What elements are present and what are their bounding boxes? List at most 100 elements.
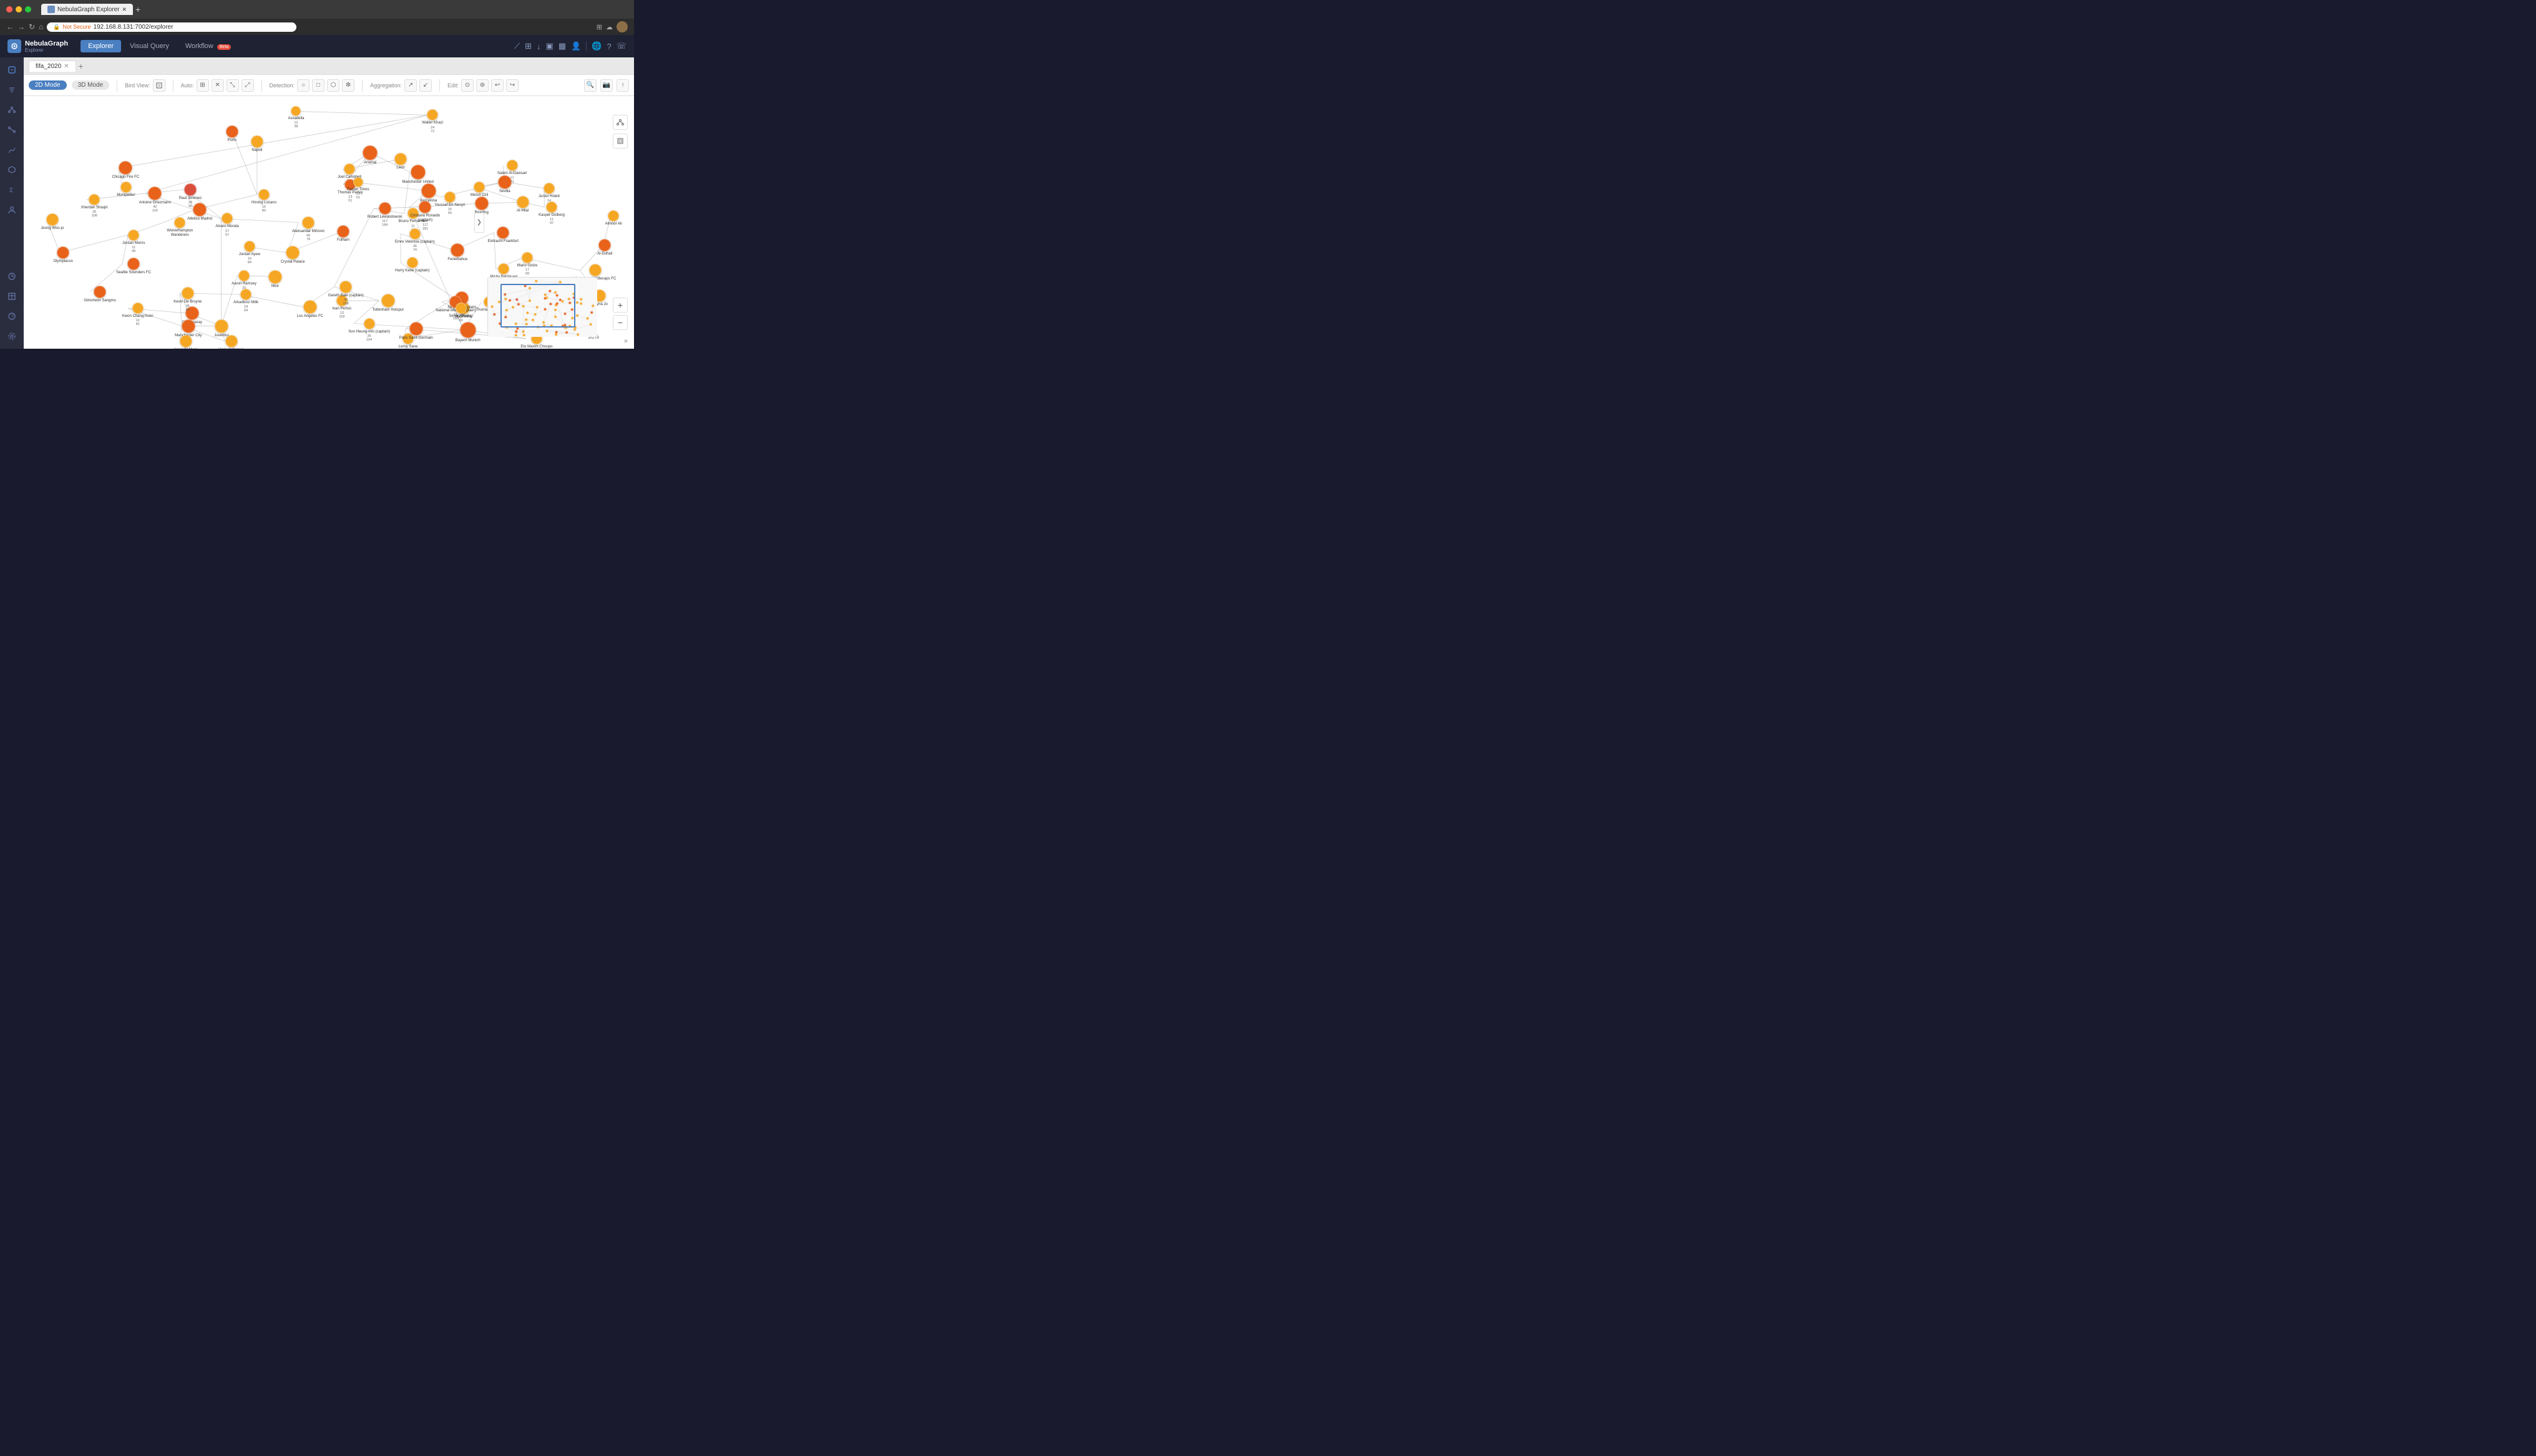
new-tab-button[interactable]: +	[135, 4, 140, 14]
phone-icon[interactable]: ☏	[617, 41, 627, 51]
graph-node[interactable]: Kwon Chang-hoon1242	[122, 303, 154, 326]
sidebar-icon-history[interactable]	[3, 268, 21, 285]
graph-node[interactable]: Son Heung-min (captain)35104	[348, 318, 390, 342]
nav-tab-workflow[interactable]: Workflow Beta	[178, 40, 239, 52]
graph-node[interactable]: Arsenal	[363, 145, 378, 165]
graph-node[interactable]: Salem Al-Dawsari7771	[497, 160, 527, 183]
graph-node[interactable]: Arkadiusz Milik1864	[233, 289, 258, 313]
graph-node[interactable]: Montpellier	[117, 182, 135, 198]
sidebar-icon-table[interactable]	[3, 288, 21, 305]
globe-icon[interactable]: 🌐	[592, 41, 602, 51]
sidebar-icon-user[interactable]	[3, 201, 21, 218]
graph-node[interactable]: Walter Khazi2472	[422, 109, 443, 133]
forward-button[interactable]: →	[17, 22, 25, 31]
graph-node[interactable]: Xherdan Shaqiri26108	[81, 194, 108, 218]
connect-icon[interactable]: ⟋	[514, 41, 520, 51]
agg-btn-2[interactable]: ↙	[419, 79, 432, 92]
edit-btn-2[interactable]: ⊚	[476, 79, 489, 92]
add-tab-button[interactable]: +	[79, 61, 84, 71]
graph-node[interactable]: Los Angeles FC	[297, 300, 323, 319]
screenshot-button[interactable]: 📷	[600, 79, 613, 92]
graph-node[interactable]: Napoli	[251, 135, 263, 153]
content-tab-fifa[interactable]: fifa_2020 ✕	[29, 61, 76, 72]
graph-node[interactable]: Emre Velencia (captain)3674	[395, 228, 435, 252]
detect-btn-4[interactable]: ✼	[342, 79, 354, 92]
agg-btn-1[interactable]: ↗	[404, 79, 417, 92]
graph-node[interactable]: Jeong Woo-jo	[41, 213, 64, 231]
sidebar-icon-hex[interactable]	[3, 161, 21, 178]
graph-node[interactable]: Gareth Bale (captain)40108	[328, 281, 364, 306]
search-button[interactable]: 🔍	[584, 79, 597, 92]
graph-node[interactable]: Haris Seferovic25	[218, 335, 244, 349]
sidebar-icon-sigma[interactable]: Σ	[3, 181, 21, 198]
graph-node[interactable]: Angel Di Maria	[173, 335, 198, 349]
traffic-lights[interactable]	[6, 6, 31, 12]
graph-node[interactable]: Aleksandar Mitrovic6076	[292, 216, 324, 241]
graph-node[interactable]: Al-Duhail	[597, 239, 612, 256]
tab-close-icon[interactable]: ✕	[64, 63, 69, 70]
active-tab[interactable]: NebulaGraph Explorer ✕	[41, 4, 133, 15]
graph-node[interactable]: Porto	[226, 125, 238, 143]
sidebar-icon-edges[interactable]	[3, 121, 21, 138]
sidebar-icon-search[interactable]	[3, 61, 21, 79]
graph-node[interactable]: Mario Gotze1769	[517, 252, 538, 276]
graph-node[interactable]: Jordan Morris1149	[122, 230, 145, 253]
bird-view-icon[interactable]	[153, 79, 165, 92]
graph-node[interactable]: Chicago Fire FC	[112, 161, 139, 180]
graph-node[interactable]: Wolverhampton Wanderers	[158, 217, 202, 238]
user-icon[interactable]: 👤	[571, 41, 581, 51]
auto-btn-4[interactable]: ⤢	[241, 79, 254, 92]
graph-node[interactable]: Alvaro Morata2757	[215, 213, 238, 236]
detect-btn-3[interactable]: ⬡	[327, 79, 339, 92]
graph-node[interactable]: Olympiacos	[54, 246, 73, 264]
graph-node[interactable]: Fenerbahce	[447, 243, 467, 262]
graph-node[interactable]: Kasper Dolberg1197	[539, 201, 565, 225]
graph-canvas[interactable]: Walter Khazi2472 Porto Napoli Assadella1238…	[24, 96, 634, 349]
graph-node[interactable]: Antoine Griezmann42116	[139, 187, 171, 213]
mode-3d-button[interactable]: 3D Mode	[72, 80, 110, 90]
graph-node[interactable]: Hirving Lozano1680	[251, 189, 276, 213]
help-icon[interactable]: ?	[607, 42, 612, 51]
reload-button[interactable]: ↻	[29, 22, 35, 31]
minimap-viewport[interactable]	[500, 284, 575, 328]
minimize-button[interactable]	[16, 6, 22, 12]
import-icon[interactable]: ▣	[546, 41, 554, 51]
sidebar-icon-algo[interactable]	[3, 141, 21, 158]
graph-node[interactable]: Farran Times1351	[347, 177, 369, 200]
sidebar-icon-nodes[interactable]	[3, 101, 21, 119]
graph-node[interactable]: Crystal Palace	[281, 246, 305, 265]
maximize-button[interactable]	[25, 6, 31, 12]
sidebar-icon-settings[interactable]	[3, 328, 21, 345]
zoom-in-button[interactable]: +	[613, 298, 628, 313]
graph-node[interactable]: Gimcheon Sangmu	[84, 286, 115, 303]
expand-button[interactable]: »	[624, 337, 628, 345]
edit-btn-1[interactable]: ⊙	[461, 79, 474, 92]
graph-node[interactable]: Assadella1238	[288, 106, 304, 129]
close-button[interactable]	[6, 6, 12, 12]
table-icon[interactable]: ▦	[558, 41, 566, 51]
collapse-panel-button[interactable]: ❯	[474, 213, 484, 233]
graph-node[interactable]: Robert Lewandowski117184	[368, 202, 402, 227]
nav-tab-explorer[interactable]: Explorer	[80, 40, 121, 52]
home-button[interactable]: ⌂	[39, 22, 43, 31]
graph-node[interactable]: Harry Kane (captain)	[395, 257, 429, 273]
redo-button[interactable]: ↪	[506, 79, 519, 92]
schema-icon[interactable]: ⊞	[525, 41, 532, 51]
graph-node[interactable]: Paris Saint-Germain	[399, 322, 433, 341]
sidebar-icon-filter[interactable]	[3, 81, 21, 99]
nav-tab-visual-query[interactable]: Visual Query	[122, 40, 177, 52]
export-button[interactable]: ↑	[617, 79, 629, 92]
undo-button[interactable]: ↩	[491, 79, 504, 92]
graph-node[interactable]: Jordan Ayew1984	[239, 241, 260, 265]
address-bar[interactable]: 🔒 Not Secure 192.168.8.131:7002/explorer	[47, 22, 296, 32]
zoom-out-button[interactable]: −	[613, 315, 628, 330]
graph-node[interactable]: Mezut Ozil	[471, 182, 488, 198]
graph-node[interactable]: Seattle Sounders FC	[116, 258, 151, 275]
graph-node[interactable]: Fulham	[337, 225, 349, 243]
graph-node[interactable]: Youssef En-Nesyri1550	[434, 192, 465, 215]
auto-btn-3[interactable]: ⤡	[227, 79, 239, 92]
detect-btn-1[interactable]: ○	[297, 79, 310, 92]
extensions-icon[interactable]: ⊞	[597, 23, 602, 31]
sidebar-icon-help[interactable]: ?	[3, 308, 21, 325]
profile-avatar[interactable]	[617, 21, 628, 32]
